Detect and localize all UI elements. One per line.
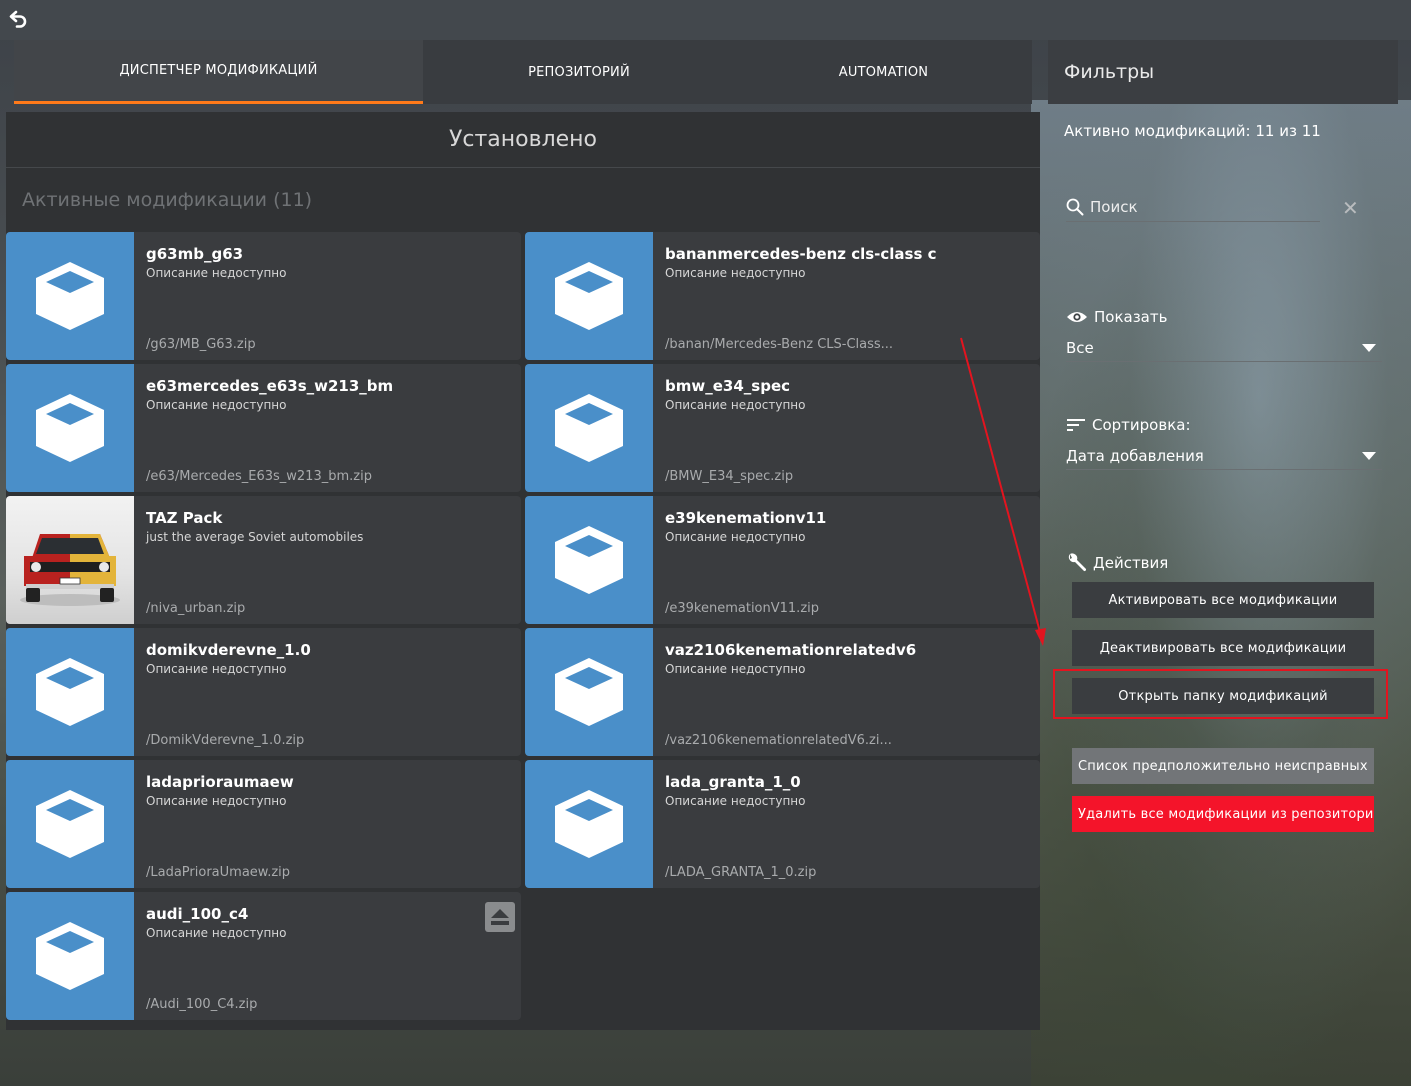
annotation-arrow [960,337,1046,646]
